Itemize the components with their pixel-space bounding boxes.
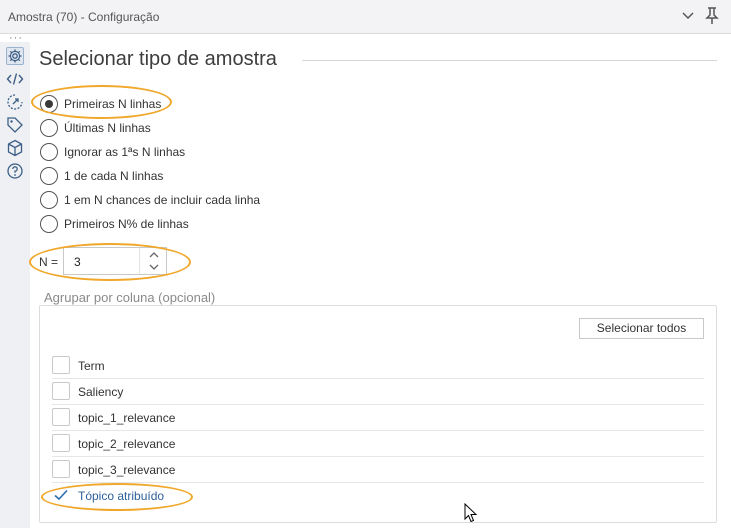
column-label: Tópico atribuído	[78, 489, 165, 503]
radio-label-skip-first-n-rows: Ignorar as 1ªs N linhas	[64, 145, 186, 159]
chevron-down-icon[interactable]	[148, 262, 160, 272]
column-row-topic-1-relevance[interactable]: topic_1_relevance	[52, 405, 704, 431]
checkmark-icon	[54, 489, 68, 501]
radio-last-n-rows[interactable]	[40, 119, 58, 137]
checkbox-topic-1-relevance[interactable]	[52, 408, 70, 426]
column-label: topic_1_relevance	[78, 411, 176, 425]
n-number-input[interactable]: 3	[63, 247, 167, 275]
tag-icon[interactable]	[6, 116, 24, 134]
column-label: topic_2_relevance	[78, 437, 176, 451]
column-row-saliency[interactable]: Saliency	[52, 379, 704, 405]
cube-icon[interactable]	[6, 139, 24, 157]
column-label: Saliency	[78, 385, 124, 399]
column-row-term[interactable]: Term	[52, 353, 704, 379]
radio-label-first-n-rows: Primeiras N linhas	[64, 97, 162, 111]
n-field-label: N =	[39, 255, 59, 269]
sidebar	[0, 42, 30, 528]
radio-one-of-every-n[interactable]	[40, 167, 58, 185]
heading-divider	[302, 60, 717, 61]
checkbox-topic-2-relevance[interactable]	[52, 434, 70, 452]
radio-first-n-rows[interactable]	[40, 95, 58, 113]
pin-icon[interactable]	[704, 7, 720, 25]
gear-icon[interactable]	[6, 47, 24, 65]
page-title: Selecionar tipo de amostra	[39, 48, 277, 70]
column-row-topico-atribuido[interactable]: Tópico atribuído	[52, 483, 704, 509]
group-by-label: Agrupar por coluna (opcional)	[44, 290, 216, 305]
radio-label-first-n-percent: Primeiros N% de linhas	[64, 217, 189, 231]
code-icon[interactable]	[6, 70, 24, 88]
checkbox-topico-atribuido[interactable]	[52, 486, 70, 504]
column-label: topic_3_relevance	[78, 463, 176, 477]
radio-label-one-of-every-n: 1 de cada N linhas	[64, 169, 164, 183]
chevron-up-icon[interactable]	[148, 250, 160, 260]
radio-label-one-in-n-chance: 1 em N chances de incluir cada linha	[64, 193, 261, 207]
checkbox-term[interactable]	[52, 356, 70, 374]
column-label: Term	[78, 359, 105, 373]
sidebar-overflow-dots[interactable]: ···	[9, 33, 23, 44]
radio-label-last-n-rows: Últimas N linhas	[64, 121, 151, 135]
mouse-cursor-icon	[464, 503, 478, 523]
chevron-down-icon[interactable]	[681, 9, 695, 23]
n-value: 3	[74, 255, 81, 269]
help-icon[interactable]	[6, 162, 24, 180]
annotation-icon[interactable]	[6, 93, 24, 111]
checkbox-topic-3-relevance[interactable]	[52, 460, 70, 478]
radio-one-in-n-chance[interactable]	[40, 191, 58, 209]
column-row-topic-2-relevance[interactable]: topic_2_relevance	[52, 431, 704, 457]
column-row-topic-3-relevance[interactable]: topic_3_relevance	[52, 457, 704, 483]
window-title: Amostra (70) - Configuração	[8, 10, 160, 24]
n-spinner[interactable]	[139, 248, 167, 274]
radio-skip-first-n-rows[interactable]	[40, 143, 58, 161]
select-all-button[interactable]: Selecionar todos	[579, 318, 704, 339]
checkbox-saliency[interactable]	[52, 382, 70, 400]
radio-first-n-percent[interactable]	[40, 215, 58, 233]
title-bar: Amostra (70) - Configuração	[0, 0, 731, 34]
